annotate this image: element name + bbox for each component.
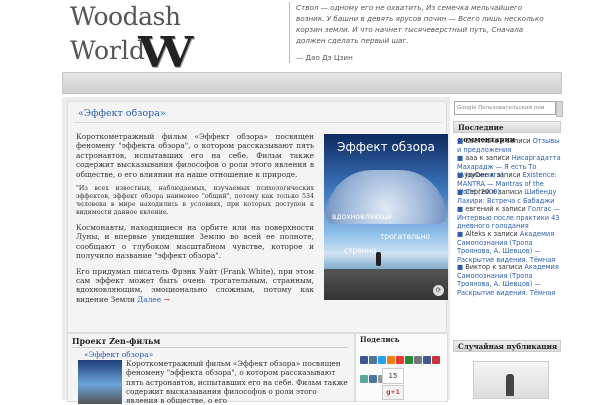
comment-connector: к записи bbox=[485, 230, 520, 238]
replay-icon[interactable]: ⟳ bbox=[433, 285, 444, 296]
share-network-icon[interactable] bbox=[405, 356, 413, 364]
share-network-icon[interactable] bbox=[369, 375, 377, 383]
poster-word-3: странно bbox=[344, 246, 377, 255]
share-widget: Поделись 15 g+1 bbox=[355, 333, 448, 402]
post-paragraph-4: Его придумал писатель Фрэнк Уайт (Frank … bbox=[76, 267, 314, 305]
share-network-icon[interactable] bbox=[432, 356, 440, 364]
share-network-icon[interactable] bbox=[414, 356, 422, 364]
comment-connector: к записи bbox=[477, 154, 512, 162]
bullet-icon: ■ bbox=[457, 230, 464, 238]
arrow-right-icon: → bbox=[163, 294, 170, 304]
comment-author: ааа bbox=[465, 154, 478, 162]
comment-author: Alteks bbox=[465, 230, 486, 238]
comment-connector: к записи bbox=[493, 205, 528, 213]
category-section: Проект Zen-фильм «Эффект обзора» Коротко… bbox=[67, 333, 355, 405]
post-title[interactable]: «Эффект обзора» bbox=[74, 106, 442, 123]
bullet-icon: ■ bbox=[457, 205, 464, 213]
poster-title: Эффект обзора bbox=[337, 140, 435, 154]
comment-author: Виктор bbox=[465, 263, 491, 271]
comment-author: Сергей bbox=[465, 188, 490, 196]
quote-author: — Дао Дэ Цзин bbox=[296, 53, 353, 62]
comment-item: ■ Виктор к записи Академия Самопознания (… bbox=[453, 263, 561, 297]
bullet-icon: ■ bbox=[457, 188, 464, 196]
bullet-icon: ■ bbox=[457, 154, 464, 162]
rocks-ground bbox=[324, 269, 448, 300]
logo-word-1: Woodash bbox=[70, 2, 181, 31]
random-post-image[interactable] bbox=[473, 361, 549, 399]
comment-item: ■ евгений к записи Голгас — Интервью посл… bbox=[453, 205, 561, 231]
share-network-icon[interactable] bbox=[396, 356, 404, 364]
post-paragraph-1: Короткометражный фильм «Эффект обзора» п… bbox=[76, 132, 314, 179]
comment-author: JayDee bbox=[465, 171, 489, 179]
logo-word-2: World bbox=[70, 36, 145, 65]
share-network-icon[interactable] bbox=[369, 356, 377, 364]
comment-connector: к записи bbox=[490, 263, 525, 271]
share-count: 15 bbox=[382, 368, 404, 384]
comment-item: ■ Сергей к записи Шибенду Лахири: Встреча… bbox=[453, 188, 561, 205]
comment-connector: к записи bbox=[488, 171, 523, 179]
main-content: «Эффект обзора» Короткометражный фильм «… bbox=[62, 97, 450, 405]
header-quote: Ствол — одному его не охватить, Из семеч… bbox=[289, 2, 548, 63]
section-post-thumbnail[interactable] bbox=[78, 360, 122, 404]
comment-author: евгений bbox=[465, 205, 494, 213]
random-post-heading: Случайная публикация bbox=[453, 340, 561, 352]
section-post-excerpt: Короткометражный фильм «Эффект обзора» п… bbox=[126, 359, 348, 405]
featured-post: «Эффект обзора» Короткометражный фильм «… bbox=[67, 101, 448, 333]
share-network-icon[interactable] bbox=[387, 356, 395, 364]
share-network-icon[interactable] bbox=[423, 356, 431, 364]
comment-item: ■ Светлана к записи Отзывы и предложения bbox=[453, 137, 561, 154]
site-logo[interactable]: Woodash World VV bbox=[68, 2, 288, 77]
logo-mark: VV bbox=[138, 28, 193, 77]
poster-word-1: вдохновляюще bbox=[332, 212, 392, 221]
meditating-figure bbox=[506, 374, 514, 396]
comment-author: Светлана bbox=[465, 137, 499, 145]
bullet-icon: ■ bbox=[457, 171, 464, 179]
recent-comments-heading: Последние комментарии bbox=[453, 121, 561, 144]
post-paragraph-2: "Из всех известных, наблюдаемых, изучаем… bbox=[76, 185, 314, 217]
search-input[interactable]: Google Пользовательский пои bbox=[454, 101, 556, 115]
share-network-icon[interactable] bbox=[360, 375, 368, 383]
share-network-icon[interactable] bbox=[378, 356, 386, 364]
post-poster-image[interactable]: Эффект обзора вдохновляюще трогательно с… bbox=[324, 134, 448, 300]
bullet-icon: ■ bbox=[457, 137, 464, 145]
section-heading: Проект Zen-фильм bbox=[72, 335, 348, 348]
comment-connector: к записи bbox=[489, 188, 525, 196]
post-body: Короткометражный фильм «Эффект обзора» п… bbox=[76, 132, 314, 310]
quote-text: Ствол — одному его не охватить, Из семеч… bbox=[296, 3, 544, 45]
post-title-link[interactable]: «Эффект обзора» bbox=[78, 108, 166, 119]
comment-connector: к записи bbox=[498, 137, 533, 145]
post-paragraph-3: Космонавты, находящиеся на орбите или на… bbox=[76, 223, 314, 261]
main-nav-bar[interactable] bbox=[62, 72, 562, 94]
bullet-icon: ■ bbox=[457, 263, 464, 271]
post-paragraph-4-text: Его придумал писатель Фрэнк Уайт (Frank … bbox=[76, 266, 314, 304]
search-button[interactable] bbox=[556, 101, 563, 117]
share-heading: Поделись bbox=[360, 335, 400, 344]
section-post-link[interactable]: «Эффект обзора» bbox=[84, 350, 153, 359]
comment-item: ■ Alteks к записи Академия Самопознания (… bbox=[453, 230, 561, 264]
sidebar: Google Пользовательский пои Последние ко… bbox=[453, 97, 563, 400]
person-figure bbox=[376, 252, 381, 266]
gplus-button[interactable]: g+1 bbox=[382, 385, 404, 400]
read-more-link[interactable]: Далее bbox=[137, 295, 161, 304]
share-network-icon[interactable] bbox=[360, 356, 368, 364]
poster-word-2: трогательно bbox=[380, 232, 430, 241]
